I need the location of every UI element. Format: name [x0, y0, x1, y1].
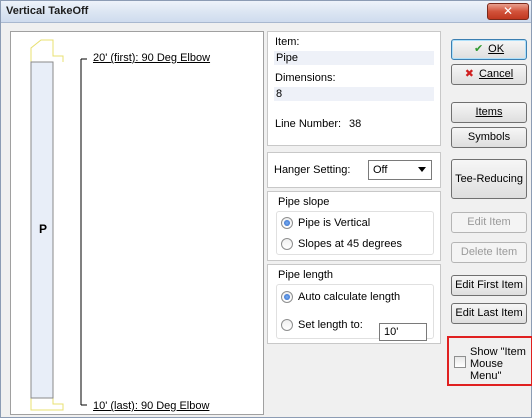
cancel-button[interactable]: ✖ Cancel [451, 64, 527, 85]
hanger-setting-value: Off [373, 164, 388, 176]
items-button-label: Items [475, 106, 503, 118]
checkmark-icon: ✔ [473, 43, 484, 55]
radio-auto-calculate[interactable]: Auto calculate length [281, 290, 431, 306]
delete-item-button[interactable]: Delete Item [451, 242, 527, 263]
window-title: Vertical TakeOff [6, 5, 89, 17]
pipe-slope-title: Pipe slope [278, 196, 330, 208]
title-bar[interactable]: Vertical TakeOff ✕ [1, 1, 531, 23]
radio-slopes-45[interactable]: Slopes at 45 degrees [281, 237, 431, 253]
edit-item-button-label: Edit Item [467, 216, 511, 228]
delete-item-button-label: Delete Item [460, 246, 518, 258]
vertical-takeoff-dialog: Vertical TakeOff ✕ P 20' (first): 90 Deg… [0, 0, 532, 418]
ok-button-label: OK [488, 43, 505, 55]
hanger-setting-panel: Hanger Setting: Off [267, 152, 441, 188]
dimensions-value: 8 [274, 87, 434, 101]
item-value: Pipe [274, 51, 434, 65]
symbols-button[interactable]: Symbols [451, 127, 527, 148]
tee-reducing-button-label: Tee-Reducing [455, 173, 523, 185]
item-label: Item: [275, 36, 300, 48]
pipe-letter: P [39, 222, 48, 236]
radio-set-length-label: Set length to: [298, 319, 363, 331]
show-item-mouse-menu-label[interactable]: Show "Item Mouse Menu" [470, 346, 532, 382]
close-button[interactable]: ✕ [487, 3, 529, 20]
pipe-length-title: Pipe length [278, 269, 334, 281]
hanger-setting-label: Hanger Setting: [274, 164, 351, 176]
symbols-button-label: Symbols [467, 131, 511, 143]
items-button[interactable]: Items [451, 102, 527, 123]
show-item-mouse-menu-checkbox[interactable] [454, 356, 466, 368]
radio-auto-calculate-label: Auto calculate length [298, 291, 401, 303]
radio-set-length[interactable]: Set length to: [281, 318, 381, 334]
edit-last-item-button[interactable]: Edit Last Item [451, 303, 527, 324]
pipe-slope-options: Pipe is Vertical Slopes at 45 degrees [276, 211, 434, 255]
edit-last-item-button-label: Edit Last Item [455, 307, 523, 319]
top-elbow-shape [30, 39, 64, 62]
radio-pipe-vertical[interactable]: Pipe is Vertical [281, 216, 431, 232]
edit-item-button[interactable]: Edit Item [451, 212, 527, 233]
cancel-button-label: Cancel [478, 68, 514, 80]
pipe-drawing [30, 39, 87, 411]
set-length-input[interactable]: 10' [379, 323, 427, 341]
ok-button[interactable]: ✔ OK [451, 39, 527, 60]
show-item-mouse-menu-highlight: Show "Item Mouse Menu" [447, 336, 532, 386]
radio-unselected-icon[interactable] [281, 319, 293, 331]
item-info-panel: Item: Pipe Dimensions: 8 Line Number: 38 [267, 31, 441, 146]
x-icon: ✖ [464, 68, 474, 80]
dimensions-label: Dimensions: [275, 72, 336, 84]
chevron-down-icon [418, 167, 426, 172]
radio-slopes-45-label: Slopes at 45 degrees [298, 238, 402, 250]
radio-pipe-vertical-label: Pipe is Vertical [298, 217, 371, 229]
line-number-value: 38 [349, 118, 362, 130]
edit-first-item-button[interactable]: Edit First Item [451, 275, 527, 296]
radio-selected-icon[interactable] [281, 291, 293, 303]
hanger-setting-select[interactable]: Off [368, 160, 432, 180]
line-number-label: Line Number: [275, 118, 342, 130]
pipe-drawing-panel: P 20' (first): 90 Deg Elbow 10' (last): … [10, 31, 264, 415]
pipe-length-panel: Pipe length Auto calculate length Set le… [267, 264, 441, 344]
edit-first-item-button-label: Edit First Item [455, 279, 523, 291]
tee-reducing-button[interactable]: Tee-Reducing [451, 159, 527, 199]
radio-unselected-icon[interactable] [281, 238, 293, 250]
radio-selected-icon[interactable] [281, 217, 293, 229]
top-elbow-label[interactable]: 20' (first): 90 Deg Elbow [93, 52, 210, 64]
bottom-elbow-label[interactable]: 10' (last): 90 Deg Elbow [93, 400, 209, 412]
pipe-slope-panel: Pipe slope Pipe is Vertical Slopes at 45… [267, 191, 441, 261]
